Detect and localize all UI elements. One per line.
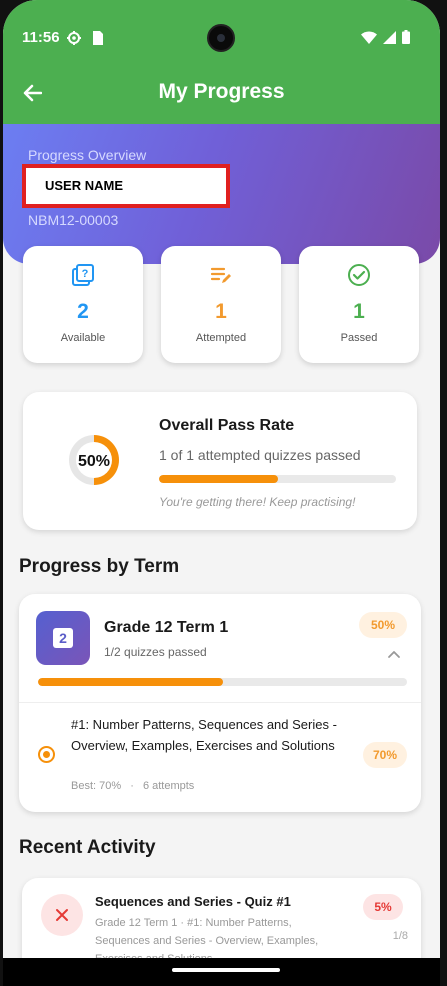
stat-value-attempted: 1 [215, 300, 227, 323]
front-camera [207, 24, 235, 52]
user-name: USER NAME [22, 164, 230, 208]
recent-activity-heading: Recent Activity [19, 837, 156, 858]
overall-pass-rate-card: 50% Overall Pass Rate 1 of 1 attempted q… [23, 392, 417, 530]
pass-rate-percent: 50% [77, 453, 111, 470]
term-subtitle: 1/2 quizzes passed [104, 645, 207, 659]
signal-icon [383, 30, 396, 44]
sd-card-icon [93, 31, 103, 45]
system-nav-bar [3, 958, 440, 986]
term-progress-bar [38, 678, 407, 686]
chevron-up-icon[interactable] [387, 649, 401, 659]
stat-label-passed: Passed [340, 332, 378, 344]
pass-rate-progress-bar [159, 475, 396, 483]
recent-item-title: Sequences and Series - Quiz #1 [95, 894, 291, 909]
recent-item-percent-badge: 5% [363, 894, 403, 920]
divider [19, 702, 421, 703]
phone-screen: 11:56 My Progress Progress Overview USER… [3, 0, 440, 986]
status-bar: 11:56 [3, 0, 440, 62]
failed-status-badge [41, 894, 83, 936]
battery-icon [402, 30, 410, 44]
stat-label-available: Available [60, 332, 106, 344]
overview-label: Progress Overview [28, 147, 147, 163]
term-badge: 2 [36, 611, 90, 665]
pass-rate-title: Overall Pass Rate [159, 417, 295, 434]
app-bar: My Progress [3, 62, 440, 124]
svg-text:?: ? [82, 268, 89, 280]
status-indicators [361, 30, 410, 44]
term-card: 2 Grade 12 Term 1 1/2 quizzes passed 50%… [19, 594, 421, 812]
quiz-status-radio[interactable] [38, 746, 55, 763]
stat-card-attempted: 1 Attempted [161, 246, 281, 363]
quiz-icon: ? [72, 264, 94, 286]
recent-item-score: 1/8 [392, 930, 408, 942]
pass-rate-note: You're getting there! Keep practising! [159, 495, 356, 509]
user-id: NBM12-00003 [28, 212, 119, 228]
settings-icon [67, 31, 81, 45]
quiz-meta: Best: 70% · 6 attempts [71, 780, 194, 792]
home-gesture-handle[interactable] [172, 968, 280, 972]
status-time: 11:56 [22, 29, 60, 46]
stat-label-attempted: Attempted [195, 332, 247, 344]
quiz-title[interactable]: #1: Number Patterns, Sequences and Serie… [71, 714, 361, 756]
pass-rate-progress-fill [159, 475, 278, 483]
term-percent-badge: 50% [359, 612, 407, 638]
progress-by-term-heading: Progress by Term [19, 556, 180, 577]
quiz-attempts: 6 attempts [142, 780, 195, 792]
meta-separator: · [130, 780, 134, 792]
stat-value-available: 2 [77, 300, 89, 323]
term-title: Grade 12 Term 1 [104, 619, 229, 636]
progress-overview-header: Progress Overview USER NAME NBM12-00003 [3, 124, 440, 264]
stat-value-passed: 1 [353, 300, 365, 323]
quiz-best-score: Best: 70% [71, 780, 122, 792]
pass-rate-subtitle: 1 of 1 attempted quizzes passed [159, 447, 361, 463]
page-title: My Progress [158, 80, 285, 103]
quiz-score-badge: 70% [363, 742, 407, 768]
check-circle-icon [348, 264, 370, 286]
wifi-icon [361, 31, 377, 44]
edit-list-icon [210, 267, 231, 283]
term-progress-fill [38, 678, 223, 686]
stat-card-available: ? 2 Available [23, 246, 143, 363]
stat-card-passed: 1 Passed [299, 246, 419, 363]
close-icon [56, 909, 68, 921]
term-badge-number: 2 [53, 628, 73, 648]
